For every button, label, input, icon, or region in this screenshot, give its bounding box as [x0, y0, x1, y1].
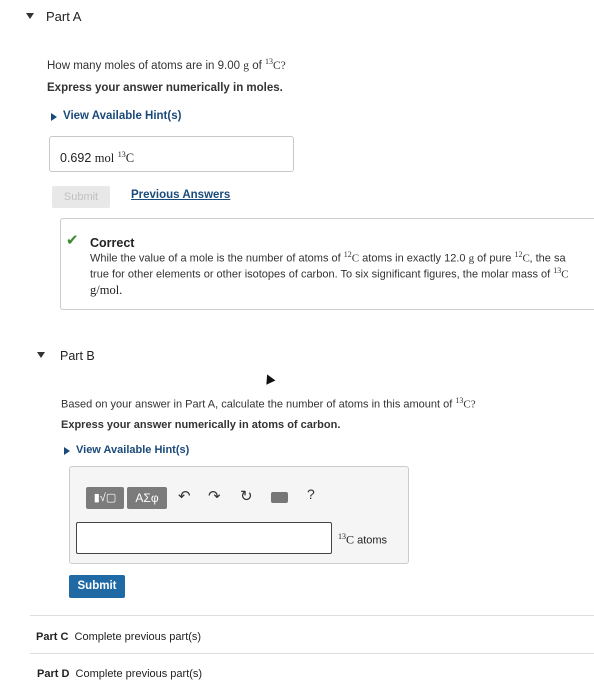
- part-b-hint-chevron-icon[interactable]: [64, 447, 70, 455]
- part-b-question: Based on your answer in Part A, calculat…: [61, 396, 476, 411]
- part-b-collapse-icon[interactable]: [37, 352, 45, 358]
- part-a-title: Part A: [46, 9, 82, 24]
- part-b-question-text: Based on your answer in Part A, calculat…: [61, 398, 453, 411]
- correct-explanation-line2: true for other elements or other isotope…: [90, 266, 569, 281]
- part-d-status: Complete previous part(s): [75, 668, 203, 680]
- part-c-status: Complete previous part(s): [74, 631, 202, 643]
- keyboard-icon[interactable]: [271, 492, 288, 503]
- part-b-instruction: Express your answer numerically in atoms…: [61, 419, 341, 431]
- correct-line2-text: true for other elements or other isotope…: [90, 268, 551, 281]
- correct-title: Correct: [90, 236, 135, 250]
- unit-isotope-element: C: [346, 532, 355, 547]
- part-a-collapse-icon[interactable]: [26, 13, 34, 19]
- correct-explanation-line3: g/mol.: [90, 283, 123, 297]
- checkmark-icon: ✔: [66, 232, 79, 249]
- answer-input-unit: 13C atoms: [338, 532, 387, 548]
- part-a-answer-unit: mol: [94, 151, 115, 166]
- part-b-isotope-element: C?: [463, 398, 476, 411]
- cursor-icon: [262, 372, 276, 385]
- part-a-isotope-element: C?: [272, 59, 286, 72]
- part-b-answer-input[interactable]: [76, 522, 332, 554]
- correct-feedback-box: ✔ Correct While the value of a mole is t…: [60, 218, 594, 310]
- part-a-question-unit: g: [243, 59, 249, 72]
- part-a-instruction: Express your answer numerically in moles…: [47, 82, 283, 94]
- correct-line1-text-c: of pure: [477, 252, 512, 265]
- undo-icon[interactable]: ↶: [178, 487, 191, 505]
- part-d-row[interactable]: Part D Complete previous part(s): [37, 668, 202, 680]
- previous-answers-link[interactable]: Previous Answers: [131, 189, 230, 201]
- correct-explanation-line1: While the value of a mole is the number …: [90, 250, 566, 265]
- correct-line1-mass-1: 12: [343, 250, 352, 259]
- part-a-question: How many moles of atoms are in 9.00 g of…: [47, 57, 286, 72]
- greek-symbols-button[interactable]: ΑΣφ: [127, 487, 167, 509]
- redo-icon[interactable]: ↷: [208, 487, 221, 505]
- correct-line1-unit: g: [468, 252, 475, 265]
- correct-line1-element-2: C,: [522, 252, 533, 265]
- correct-line1-text-d: the sa: [535, 252, 566, 265]
- part-b-submit-button[interactable]: Submit: [69, 575, 125, 598]
- unit-isotope-mass: 13: [338, 532, 346, 541]
- part-c-row[interactable]: Part C Complete previous part(s): [36, 631, 201, 643]
- divider-part-c: [30, 615, 594, 616]
- unit-word: atoms: [357, 534, 388, 547]
- part-a-question-text: How many moles of atoms are in 9.00: [47, 59, 241, 72]
- part-a-answer-value: 0.692: [60, 151, 92, 166]
- part-c-title: Part C: [36, 631, 69, 643]
- part-a-question-of: of: [252, 59, 262, 72]
- part-b-hint-link[interactable]: View Available Hint(s): [76, 444, 189, 456]
- part-a-hint-link[interactable]: View Available Hint(s): [63, 110, 181, 122]
- correct-line1-text-b: atoms in exactly 12.0: [362, 252, 466, 265]
- templates-button[interactable]: ▮√▢: [86, 487, 124, 509]
- correct-line1-text-a: While the value of a mole is the number …: [90, 252, 341, 265]
- part-a-answer-field: 0.692 mol 13C: [49, 136, 294, 172]
- reset-icon[interactable]: ↻: [240, 487, 253, 505]
- part-b-title: Part B: [60, 349, 95, 363]
- part-a-answer-isotope-mass: 13: [117, 150, 126, 159]
- correct-line2-element: C: [561, 268, 569, 281]
- part-d-title: Part D: [37, 668, 70, 680]
- part-a-answer-isotope-element: C: [125, 151, 135, 166]
- divider-part-d: [30, 653, 594, 654]
- correct-line1-element-1: C: [351, 252, 360, 265]
- part-a-hint-chevron-icon[interactable]: [51, 113, 57, 121]
- part-a-isotope-mass: 13: [264, 57, 273, 66]
- help-button[interactable]: ?: [307, 486, 315, 502]
- part-a-submit-button[interactable]: Submit: [52, 186, 110, 208]
